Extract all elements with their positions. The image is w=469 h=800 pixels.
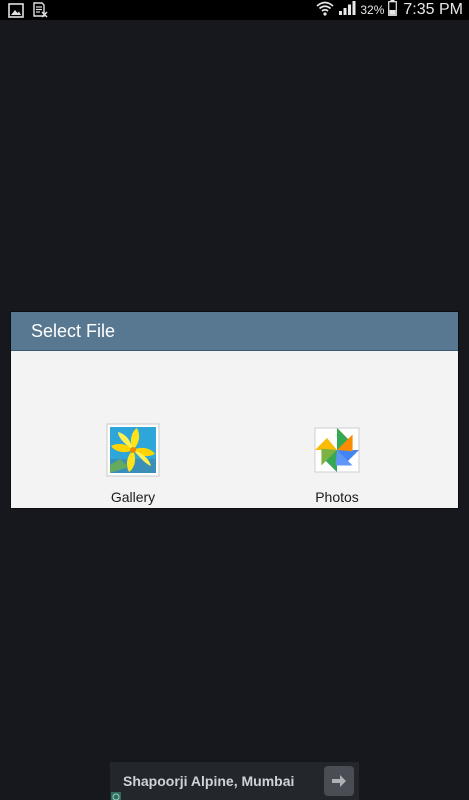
gallery-icon: [106, 423, 160, 477]
ad-arrow-button[interactable]: [324, 766, 354, 796]
battery-percent: 32%: [360, 3, 385, 17]
ad-text: Shapoorji Alpine, Mumbai: [123, 773, 295, 789]
photos-pinwheel-icon: [310, 423, 364, 477]
ad-banner[interactable]: Shapoorji Alpine, Mumbai: [110, 762, 359, 800]
select-file-dialog: Select File Gallery Photos: [11, 312, 458, 508]
gallery-option[interactable]: Gallery: [58, 351, 208, 508]
photos-option[interactable]: Photos: [262, 351, 412, 508]
dialog-title: Select File: [31, 320, 116, 341]
dialog-header: Select File: [11, 312, 458, 351]
screen: 32% 7:35 PM Select File Gallery Photos S…: [0, 0, 469, 800]
document-notification-icon: [32, 2, 48, 23]
photos-label: Photos: [315, 489, 359, 505]
clock: 7:35 PM: [403, 1, 463, 18]
arrow-right-icon: [332, 775, 346, 787]
status-bar: 32% 7:35 PM: [0, 0, 469, 20]
dialog-body: Gallery Photos: [11, 351, 458, 508]
ad-info-icon[interactable]: [111, 789, 121, 800]
gallery-label: Gallery: [110, 489, 156, 505]
wifi-icon: [316, 1, 334, 20]
battery-icon: [388, 0, 398, 20]
signal-icon: [338, 0, 356, 20]
image-notification-icon: [8, 2, 24, 23]
